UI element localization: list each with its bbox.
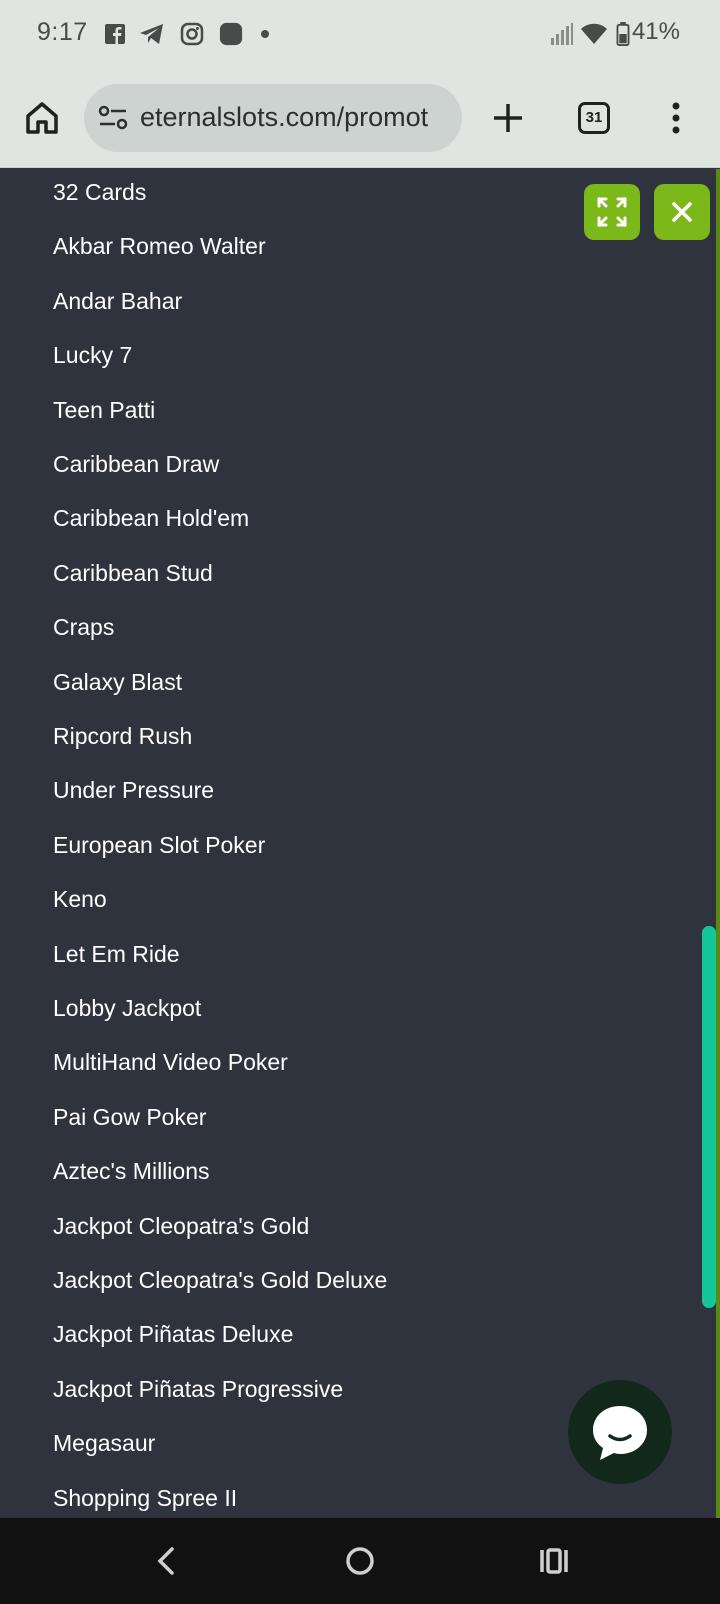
notification-dot-icon (261, 30, 269, 38)
game-list-item[interactable]: Jackpot Piñatas Progressive (53, 1362, 343, 1416)
game-list-item[interactable]: MultiHand Video Poker (53, 1035, 288, 1089)
game-list-item[interactable]: Let Em Ride (53, 927, 180, 981)
telegram-icon (140, 24, 163, 44)
game-list-item[interactable]: Caribbean Hold'em (53, 491, 249, 545)
game-list-item[interactable]: Under Pressure (53, 763, 214, 817)
app-icon (219, 22, 243, 46)
game-list-item[interactable]: 32 Cards (53, 169, 146, 219)
tab-switcher-button[interactable]: 31 (578, 102, 610, 134)
game-list-item[interactable]: Teen Patti (53, 383, 155, 437)
facebook-icon (105, 24, 125, 44)
instagram-icon (180, 22, 204, 46)
game-list-item[interactable]: Lobby Jackpot (53, 981, 201, 1035)
game-list-item[interactable]: Jackpot Cleopatra's Gold (53, 1199, 309, 1253)
battery-icon (616, 22, 630, 46)
system-nav-bar (0, 1518, 720, 1604)
game-list-item[interactable]: Pai Gow Poker (53, 1090, 206, 1144)
new-tab-icon[interactable] (488, 98, 528, 138)
home-icon[interactable] (22, 98, 62, 138)
panel-border (716, 169, 720, 1518)
game-list-item[interactable]: Keno (53, 872, 107, 926)
game-list-item[interactable]: Shopping Spree II (53, 1471, 237, 1518)
expand-icon (597, 197, 627, 227)
game-list-item[interactable]: Galaxy Blast (53, 655, 182, 709)
close-icon (672, 202, 692, 222)
game-list-item[interactable]: Aztec's Millions (53, 1144, 210, 1198)
game-list-item[interactable]: Lucky 7 (53, 328, 132, 382)
game-list-item[interactable]: Caribbean Stud (53, 546, 213, 600)
url-text[interactable]: eternalslots.com/promot (140, 102, 428, 133)
home-circle-icon[interactable] (344, 1546, 376, 1576)
game-list-item[interactable]: European Slot Poker (53, 818, 265, 872)
game-list-item[interactable]: Jackpot Piñatas Deluxe (53, 1307, 293, 1361)
battery-percent: 41% (631, 18, 680, 45)
games-panel: 32 Cards Akbar Romeo Walter Andar Bahar Luc… (0, 169, 720, 1518)
browser-toolbar: eternalslots.com/promot 31 (0, 70, 720, 168)
address-bar[interactable]: eternalslots.com/promot (84, 84, 462, 152)
close-button[interactable] (654, 184, 710, 240)
game-list-item[interactable]: Megasaur (53, 1416, 155, 1470)
game-list-item[interactable]: Akbar Romeo Walter (53, 219, 266, 273)
game-list-item[interactable]: Caribbean Draw (53, 437, 219, 491)
game-list-item[interactable]: Andar Bahar (53, 274, 182, 328)
more-options-icon[interactable] (664, 98, 688, 138)
game-list-item[interactable]: Ripcord Rush (53, 709, 192, 763)
signal-icon (551, 23, 573, 45)
scrollbar[interactable] (702, 926, 716, 1308)
back-icon[interactable] (152, 1546, 180, 1576)
recent-apps-icon[interactable] (538, 1546, 570, 1576)
chat-bubble-icon (593, 1406, 647, 1460)
chat-button[interactable] (568, 1380, 672, 1484)
game-list-item[interactable]: Jackpot Cleopatra's Gold Deluxe (53, 1253, 387, 1307)
status-time: 9:17 (37, 18, 88, 46)
site-settings-icon[interactable] (98, 105, 128, 131)
status-bar: 9:17 41% (0, 0, 720, 70)
wifi-icon (581, 23, 607, 44)
fullscreen-button[interactable] (584, 184, 640, 240)
game-list-item[interactable]: Craps (53, 600, 114, 654)
